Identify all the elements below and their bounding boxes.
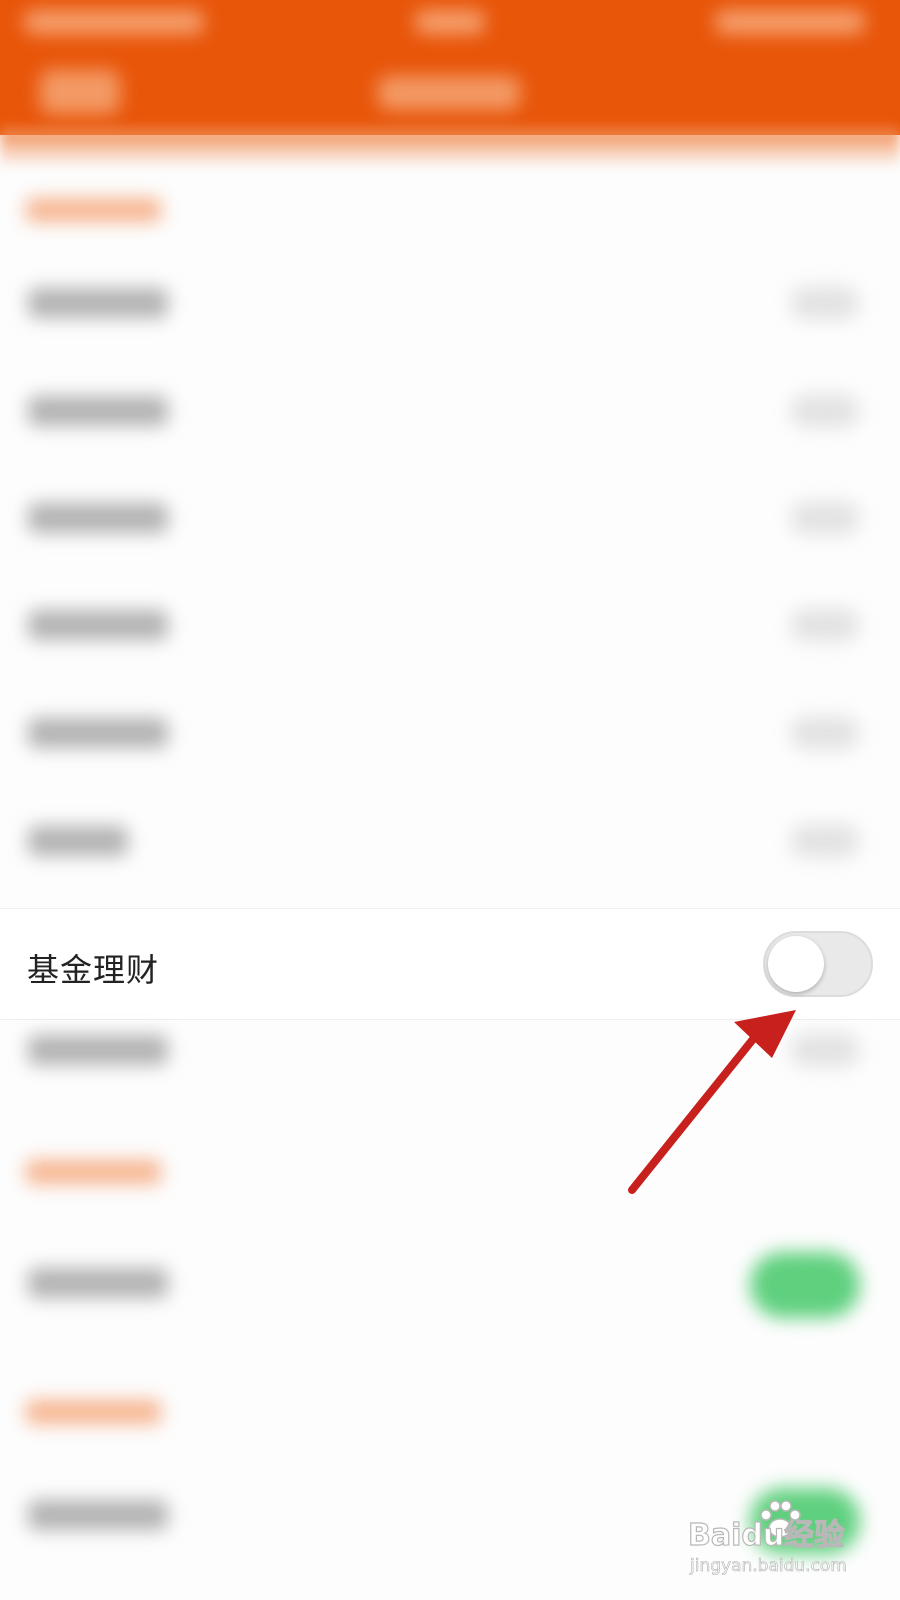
setting-row-control[interactable]: [790, 608, 860, 642]
watermark-brand: Baidu经验: [687, 1517, 845, 1553]
status-bar-left: [24, 10, 204, 34]
setting-row-label: [28, 1268, 168, 1298]
page-title: [378, 76, 520, 110]
setting-row-label: [28, 1500, 168, 1530]
setting-row-control[interactable]: [790, 716, 860, 750]
header-shadow: [0, 128, 900, 168]
app-header: [0, 0, 900, 135]
section-header: [26, 1160, 161, 1184]
settings-screen: 基金理财 Baidu经验 jingyan.baidu.com: [0, 0, 900, 1600]
setting-toggle-on[interactable]: [750, 1252, 860, 1318]
status-bar-time: [415, 10, 485, 34]
setting-label-fund-finance: 基金理财: [27, 951, 160, 989]
setting-row-label: [28, 1035, 168, 1065]
baidu-watermark: Baidu经验 jingyan.baidu.com: [687, 1498, 858, 1588]
setting-row-control[interactable]: [790, 501, 860, 535]
section-header: [26, 198, 161, 222]
watermark-url: jingyan.baidu.com: [690, 1556, 847, 1577]
setting-row-label: [28, 826, 128, 856]
setting-row-control[interactable]: [790, 394, 860, 428]
back-button[interactable]: [40, 70, 120, 114]
setting-row-label: [28, 718, 168, 748]
setting-row-control[interactable]: [790, 824, 860, 858]
fund-finance-toggle[interactable]: [763, 931, 873, 997]
setting-row-label: [28, 503, 168, 533]
red-arrow-icon: [628, 1010, 796, 1194]
toggle-knob: [768, 936, 824, 992]
setting-row-control[interactable]: [790, 286, 860, 320]
section-header: [26, 1400, 161, 1424]
setting-row-label: [28, 610, 168, 640]
status-bar-right: [715, 10, 865, 34]
setting-row-label: [28, 288, 168, 318]
setting-row-label: [28, 396, 168, 426]
